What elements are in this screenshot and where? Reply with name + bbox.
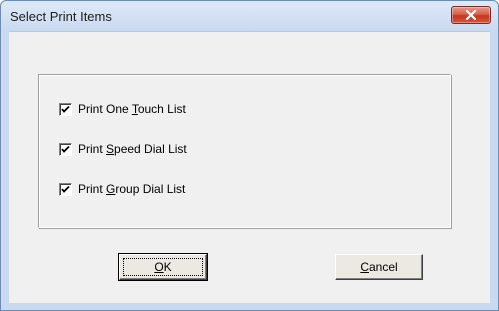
checkbox-row-speed-dial-list[interactable]: Print Speed Dial List [59, 141, 187, 157]
print-items-group: Print One Touch List Print Speed Dial Li… [38, 74, 451, 228]
cancel-button[interactable]: Cancel [335, 254, 423, 280]
title-bar[interactable]: Select Print Items [1, 1, 498, 31]
checkmark-icon [61, 185, 70, 193]
checkmark-icon [61, 105, 70, 113]
close-icon [465, 10, 477, 20]
checkbox-row-one-touch-list[interactable]: Print One Touch List [59, 101, 186, 117]
focus-rectangle [123, 258, 203, 276]
speed-dial-list-checkbox[interactable] [59, 142, 72, 156]
window-title: Select Print Items [10, 9, 112, 24]
checkmark-icon [61, 145, 70, 153]
dialog-window: Select Print Items Print One Touch List [0, 0, 499, 311]
dialog-client-area: Print One Touch List Print Speed Dial Li… [9, 31, 490, 303]
group-dial-list-label[interactable]: Print Group Dial List [78, 182, 185, 196]
group-dial-list-checkbox[interactable] [59, 182, 72, 196]
speed-dial-list-label[interactable]: Print Speed Dial List [78, 142, 187, 156]
one-touch-list-checkbox[interactable] [59, 102, 72, 116]
ok-button[interactable]: OK [118, 253, 208, 281]
checkbox-row-group-dial-list[interactable]: Print Group Dial List [59, 181, 185, 197]
one-touch-list-label[interactable]: Print One Touch List [78, 102, 186, 116]
close-button[interactable] [451, 6, 491, 24]
cancel-button-label: Cancel [360, 260, 398, 274]
